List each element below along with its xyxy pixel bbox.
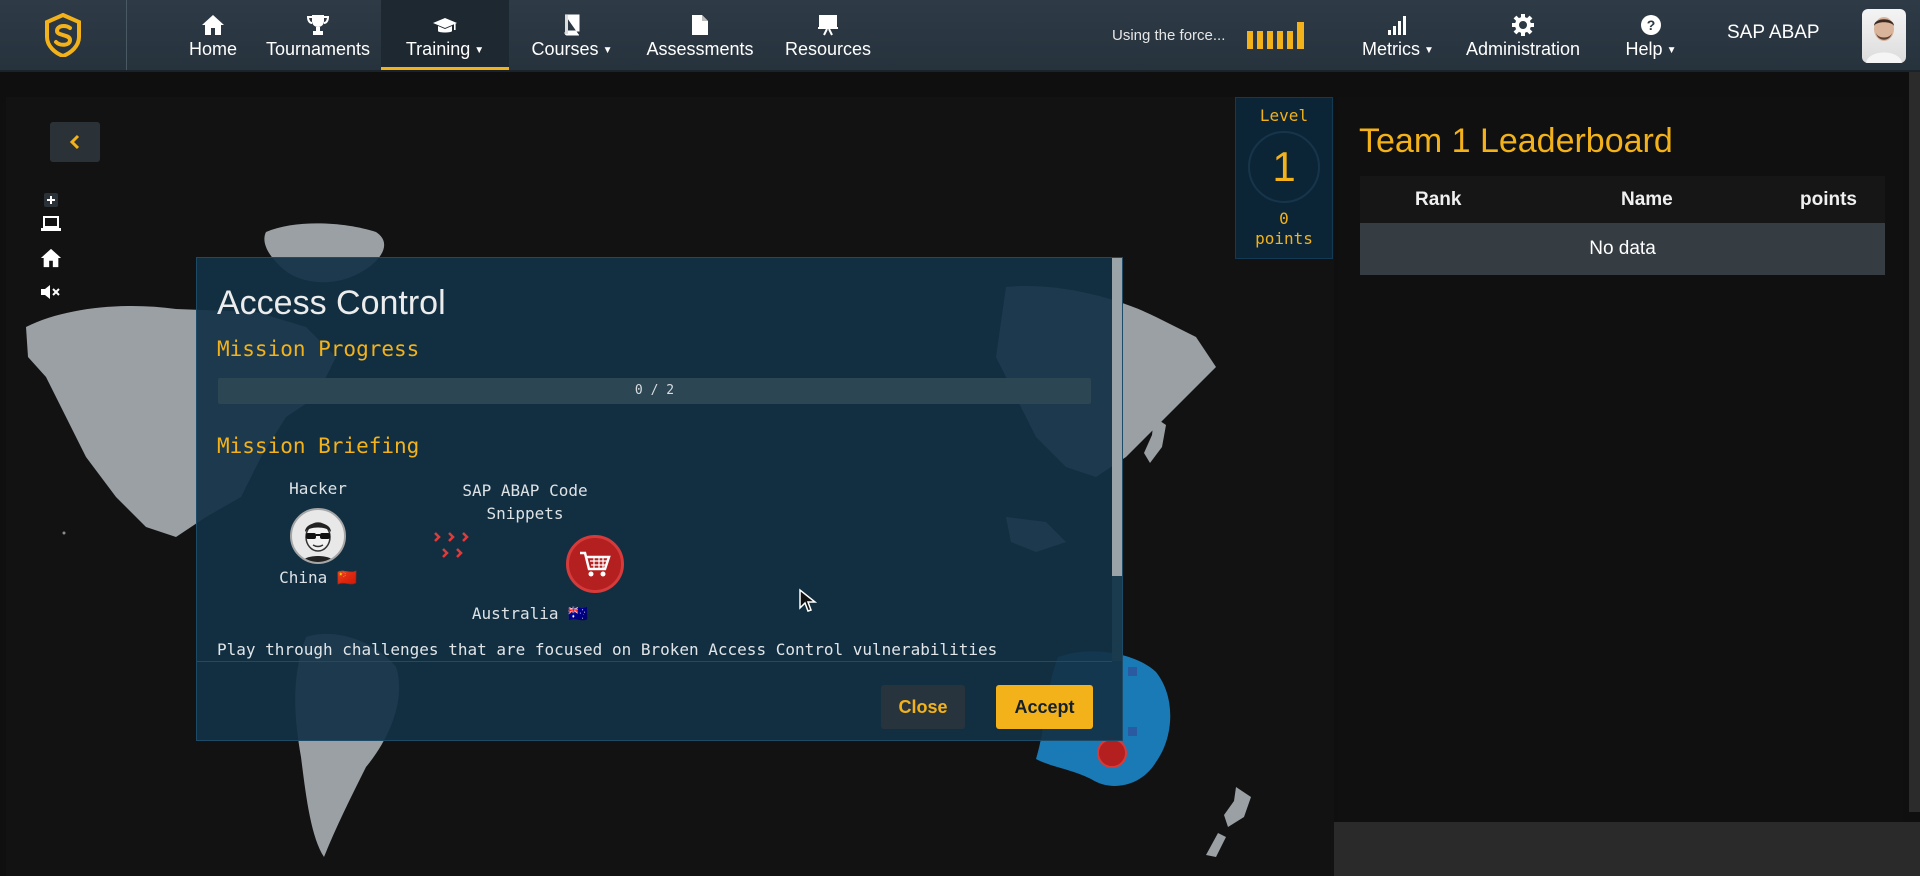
nav-resources[interactable]: Resources — [778, 0, 878, 70]
nav-assessments[interactable]: Assessments — [640, 0, 760, 70]
user-avatar-icon — [1866, 17, 1902, 63]
laptop-icon — [41, 216, 61, 231]
nav-training-label: Training — [405, 39, 471, 59]
home-view-button[interactable] — [38, 246, 64, 270]
hacker-icon — [302, 522, 334, 562]
column-rank[interactable]: Rank — [1415, 189, 1461, 211]
nav-tournaments-label: Tournaments — [265, 39, 371, 59]
nav-help-label: Help — [1625, 39, 1663, 59]
language-selector[interactable]: SAP ABAP — [1727, 22, 1820, 44]
shield-logo-icon — [45, 13, 81, 57]
mission-description: Play through challenges that are focused… — [217, 640, 998, 659]
graduation-cap-icon — [432, 10, 458, 36]
mouse-cursor-icon — [798, 588, 818, 619]
bar-chart-icon — [1387, 10, 1409, 36]
target-avatar — [566, 535, 624, 593]
zoom-in-button[interactable] — [38, 188, 64, 212]
close-button[interactable]: Close — [881, 685, 965, 729]
target-name-line2: Snippets — [486, 504, 564, 523]
accept-button[interactable]: Accept — [996, 685, 1093, 729]
nav-resources-label: Resources — [784, 39, 872, 59]
nav-courses-label: Courses — [531, 39, 599, 59]
hacker-avatar — [290, 508, 346, 564]
document-icon — [691, 10, 709, 36]
leaderboard-empty-row: No data — [1360, 223, 1885, 275]
target-location: Australia 🇦🇺 — [465, 604, 595, 623]
nav-home[interactable]: Home — [158, 0, 268, 70]
force-meter — [1247, 22, 1304, 49]
svg-text:?: ? — [1647, 17, 1656, 33]
mission-progress-bar: 0 / 2 — [218, 378, 1091, 404]
nav-administration-label: Administration — [1465, 39, 1581, 59]
logo[interactable] — [0, 0, 127, 70]
force-status-text: Using the force... — [1112, 27, 1226, 44]
target-location-text: Australia — [471, 604, 559, 623]
mission-progress-heading: Mission Progress — [217, 337, 420, 361]
level-panel: Level 1 0 points — [1235, 97, 1333, 259]
level-points-value: 0 — [1279, 209, 1289, 228]
target-name: SAP ABAP Code Snippets — [455, 479, 595, 525]
mute-button[interactable] — [38, 280, 64, 304]
chevron-down-icon: ▼ — [1666, 45, 1677, 56]
target-name-line1: SAP ABAP Code — [462, 481, 588, 500]
presentation-icon — [817, 10, 839, 36]
chevron-down-icon: ▼ — [474, 45, 485, 56]
leaderboard-panel: Team 1 Leaderboard Rank Name points No d… — [1338, 97, 1903, 822]
screen-button[interactable] — [38, 212, 64, 236]
mission-modal: Access Control Mission Progress 0 / 2 Mi… — [196, 257, 1123, 741]
nav-metrics-label: Metrics — [1362, 39, 1421, 59]
attacker-name: Hacker — [289, 479, 347, 498]
modal-title: Access Control — [217, 284, 446, 322]
australia-flag-icon: 🇦🇺 — [568, 604, 589, 623]
leaderboard-header: Rank Name points — [1360, 176, 1885, 223]
attacker-location-text: China — [279, 568, 328, 587]
level-value: 1 — [1248, 131, 1320, 203]
shopping-cart-icon — [580, 551, 611, 577]
chevrons-right-icon — [434, 532, 469, 558]
nav-administration[interactable]: Administration — [1462, 0, 1584, 70]
chevron-down-icon: ▼ — [1424, 45, 1434, 56]
nav-training[interactable]: Training ▼ — [381, 0, 509, 70]
footer-strip — [1334, 822, 1920, 876]
attack-direction-arrows — [433, 531, 479, 568]
trophy-icon — [306, 10, 330, 36]
nav-help[interactable]: ? Help ▼ — [1618, 0, 1684, 70]
attacker-location: China 🇨🇳 — [258, 568, 378, 587]
mute-icon — [41, 285, 60, 299]
mission-progress-text: 0 / 2 — [634, 383, 675, 398]
modal-divider — [197, 661, 1112, 662]
back-button[interactable] — [50, 122, 100, 162]
gear-icon — [1512, 10, 1534, 36]
column-name[interactable]: Name — [1621, 189, 1673, 211]
china-flag-icon: 🇨🇳 — [336, 568, 357, 587]
leaderboard-title: Team 1 Leaderboard — [1359, 122, 1673, 160]
avatar[interactable] — [1862, 9, 1906, 63]
page-scrollbar[interactable] — [1909, 72, 1920, 812]
nav-tournaments[interactable]: Tournaments — [262, 0, 374, 70]
modal-scrollbar-thumb[interactable] — [1112, 258, 1122, 576]
chevron-down-icon: ▼ — [602, 45, 613, 56]
nav-assessments-label: Assessments — [646, 39, 754, 59]
nav-courses[interactable]: Courses ▼ — [526, 0, 618, 70]
book-icon — [562, 10, 582, 36]
nav-metrics[interactable]: Metrics ▼ — [1354, 0, 1442, 70]
plus-icon — [44, 193, 58, 207]
top-navbar: Home Tournaments Training ▼ Courses ▼ Asse… — [0, 0, 1920, 72]
chevron-left-icon — [69, 134, 80, 150]
level-points-label: points — [1255, 229, 1313, 248]
home-icon — [40, 248, 62, 268]
nav-home-label: Home — [188, 39, 237, 59]
home-icon — [201, 10, 225, 36]
mission-briefing-heading: Mission Briefing — [217, 434, 420, 458]
help-circle-icon: ? — [1640, 10, 1662, 36]
column-points[interactable]: points — [1800, 189, 1857, 211]
level-label: Level — [1259, 106, 1309, 125]
